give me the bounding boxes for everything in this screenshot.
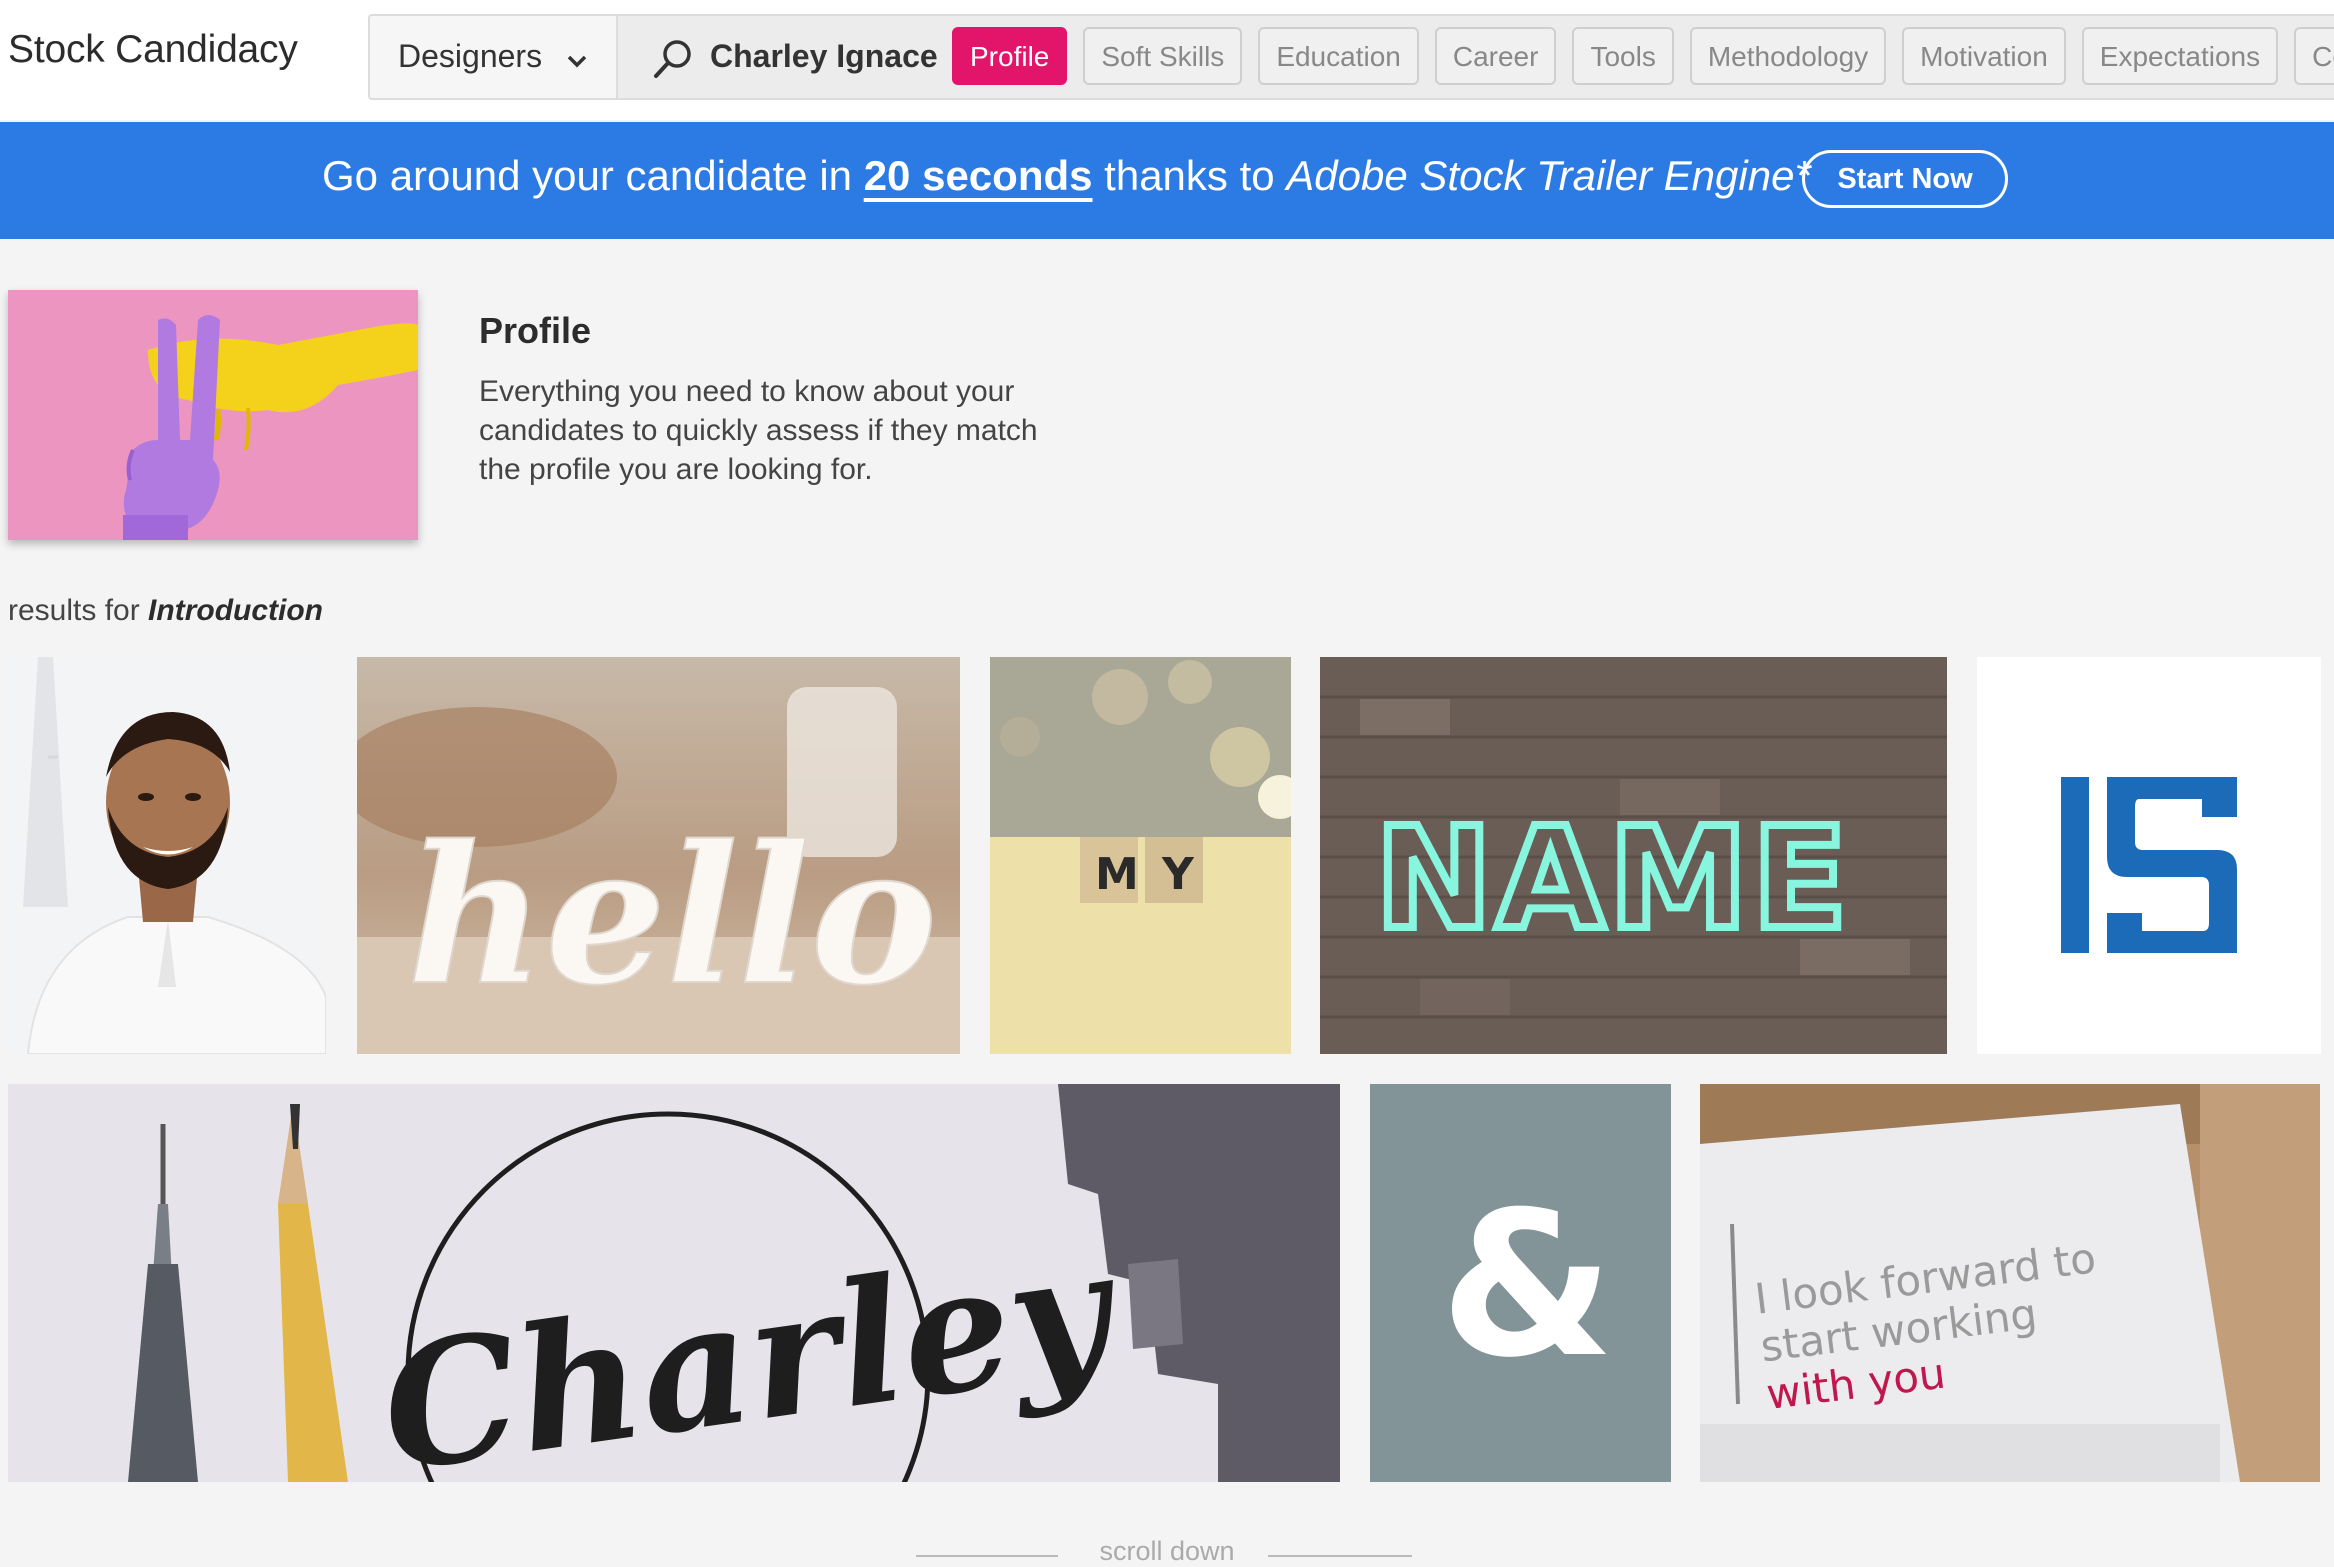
tab-motivation[interactable]: Motivation: [1902, 27, 2066, 85]
app-brand[interactable]: Stock Candidacy: [8, 28, 298, 72]
section-title: Profile: [479, 310, 592, 351]
logo-tile[interactable]: IS: [1977, 657, 2321, 1054]
scroll-down-hint[interactable]: scroll down: [0, 1536, 2334, 1567]
my-blocks-tile[interactable]: M Y: [990, 657, 1291, 1054]
results-prefix: results for: [8, 594, 149, 627]
banner-highlight: 20 seconds: [863, 152, 1093, 199]
search-bar: Designers Charley Ignace Profile Soft Sk…: [368, 14, 2334, 100]
category-tabs: Profile Soft Skills Education Career Too…: [952, 27, 2334, 85]
results-label: results for Introduction: [8, 594, 323, 628]
promo-banner: Go around your candidate in 20 seconds t…: [0, 122, 2334, 239]
portrait-tile[interactable]: [8, 657, 326, 1054]
scroll-divider-right: [1268, 1555, 1412, 1557]
note-card-tile[interactable]: I look forward to start working with you: [1700, 1084, 2320, 1482]
ampersand-glyph: &: [1440, 1169, 1614, 1402]
top-bar: Stock Candidacy Designers Charley Ignace…: [0, 0, 2334, 120]
letter-block-y: Y: [1161, 849, 1195, 900]
banner-engine-name: Adobe Stock Trailer Engine*: [1286, 152, 1811, 199]
search-query[interactable]: Charley Ignace: [710, 38, 938, 75]
neon-name-tile[interactable]: NAME: [1320, 657, 1947, 1054]
ampersand-tile[interactable]: &: [1370, 1084, 1671, 1482]
tab-contact[interactable]: Cont: [2294, 27, 2334, 85]
tab-methodology[interactable]: Methodology: [1689, 27, 1887, 85]
hello-word: hello: [407, 804, 937, 1027]
profile-thumbnail: [8, 290, 418, 540]
banner-middle: thanks to: [1092, 152, 1287, 199]
tab-career[interactable]: Career: [1434, 27, 1557, 85]
tab-profile[interactable]: Profile: [952, 27, 1068, 85]
banner-prefix: Go around your candidate in: [322, 152, 864, 199]
tab-soft-skills[interactable]: Soft Skills: [1083, 27, 1243, 85]
tab-expectations[interactable]: Expectations: [2081, 27, 2279, 85]
banner-text: Go around your candidate in 20 seconds t…: [322, 152, 1811, 200]
letter-block-m: M: [1095, 849, 1139, 900]
tab-tools[interactable]: Tools: [1572, 27, 1674, 85]
hello-tile[interactable]: hello: [357, 657, 960, 1054]
tab-education[interactable]: Education: [1258, 27, 1419, 85]
start-now-button[interactable]: Start Now: [1802, 150, 2008, 208]
department-select[interactable]: Designers: [370, 16, 618, 98]
neon-word: NAME: [1375, 798, 1851, 961]
department-label: Designers: [398, 38, 543, 74]
charley-lettering-tile[interactable]: Charley: [8, 1084, 1340, 1482]
chevron-down-icon: [567, 55, 587, 68]
section-description: Everything you need to know about your c…: [479, 375, 1038, 486]
results-keyword: Introduction: [148, 594, 324, 627]
search-icon[interactable]: [650, 36, 696, 82]
